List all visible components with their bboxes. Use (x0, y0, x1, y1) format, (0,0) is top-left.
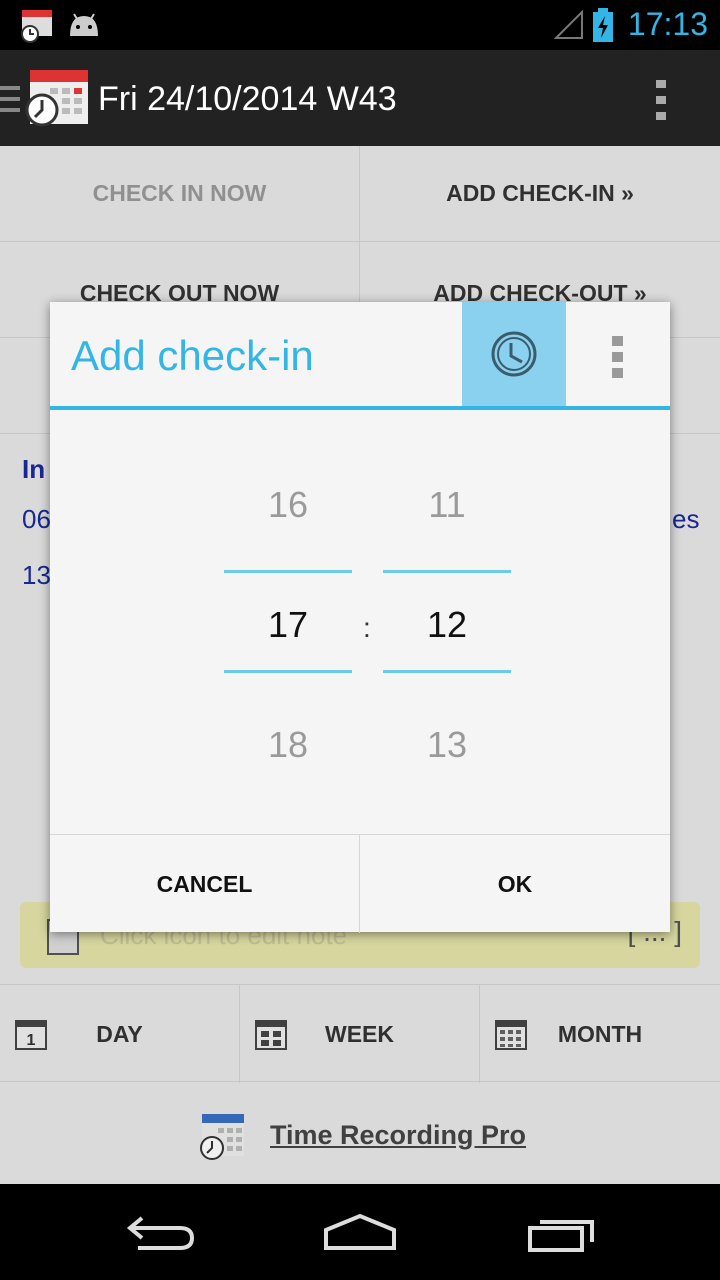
hour-picker[interactable]: 16 17 18 (224, 302, 352, 834)
cancel-button[interactable]: CANCEL (50, 835, 360, 933)
minute-prev[interactable]: 11 (383, 484, 511, 526)
dialog-button-bar: CANCEL OK (50, 834, 670, 933)
android-icon (70, 13, 98, 36)
signal-icon (554, 10, 583, 39)
minute-selection-line-bottom (383, 670, 511, 673)
status-bar: 17:13 (0, 0, 720, 50)
dialog-overflow-icon[interactable] (606, 336, 630, 378)
minute-next[interactable]: 13 (383, 724, 511, 766)
minute-picker[interactable]: 11 12 13 (383, 302, 511, 834)
time-separator: : (363, 612, 371, 643)
action-bar: Fri 24/10/2014 W43 (0, 50, 720, 146)
overflow-menu-icon[interactable] (652, 78, 672, 122)
hour-prev[interactable]: 16 (224, 484, 352, 526)
status-time: 17:13 (627, 6, 708, 42)
minute-selection-line-top (383, 570, 511, 573)
hour-selection-line-top (224, 570, 352, 573)
action-bar-title: Fri 24/10/2014 W43 (98, 80, 397, 118)
navigation-bar (0, 1184, 720, 1280)
ok-button[interactable]: OK (360, 835, 670, 933)
app-calendar-clock-icon[interactable] (24, 66, 90, 128)
back-icon[interactable] (124, 1210, 196, 1254)
add-check-in-dialog: Add check-in 16 17 18 : 11 12 13 CANCEL … (50, 302, 670, 933)
battery-charging-icon (593, 8, 613, 42)
recent-apps-icon[interactable] (526, 1214, 598, 1254)
drawer-icon[interactable] (0, 84, 22, 114)
hour-selection-line-bottom (224, 670, 352, 673)
home-icon[interactable] (322, 1212, 398, 1252)
hour-selected[interactable]: 17 (224, 604, 352, 646)
minute-selected[interactable]: 12 (383, 604, 511, 646)
dialog-title-divider (50, 406, 670, 410)
calendar-clock-icon (21, 10, 52, 43)
hour-next[interactable]: 18 (224, 724, 352, 766)
